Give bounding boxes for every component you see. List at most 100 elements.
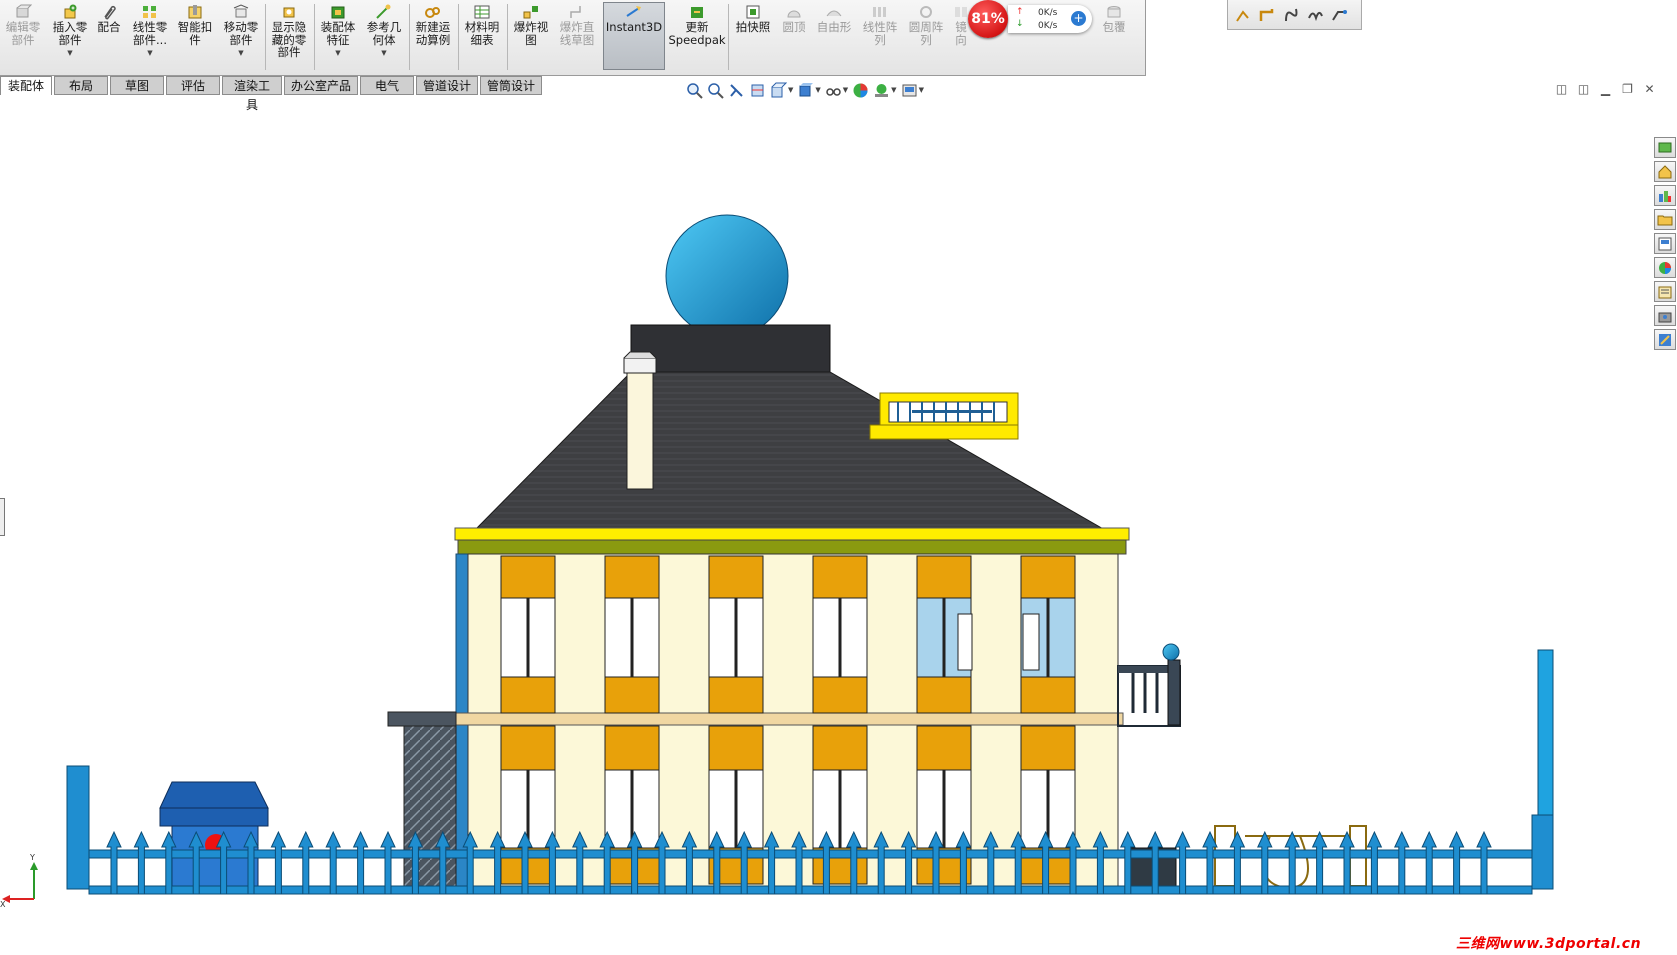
toolbar-separator [728,4,729,70]
linear-pattern-button[interactable]: 线性阵 列 [858,4,902,70]
linear-component-pattern-label: 线性零 部件... [132,20,168,47]
dropdown-arrow-icon[interactable]: ▼ [238,47,243,60]
fence-picket [106,830,122,895]
display-style-button[interactable]: ▼ [797,82,821,99]
right-balcony[interactable] [1117,643,1181,727]
command-manager-tabs: 装配体 布局 草图 评估 渲染工具 办公室产品 电气 管道设计 管筒设计 [0,76,544,112]
right-top-toolbar [1227,0,1362,30]
bill-of-materials-label: 材料明 细表 [464,20,500,47]
eave-olive-band[interactable] [457,539,1127,555]
dropdown-arrow-icon[interactable]: ▼ [67,47,72,60]
helix-icon[interactable] [1306,6,1324,24]
dropdown-arrow-icon[interactable]: ▼ [815,86,820,94]
tab-office-products[interactable]: 办公室产品 [284,76,358,95]
take-snapshot-button[interactable]: 拍快照 [731,4,775,70]
restore-icon[interactable]: ❐ [1620,82,1635,96]
tile-right-icon[interactable]: ◫ [1576,82,1591,96]
insert-component-button[interactable]: 插入零 部件 ▼ [48,4,92,70]
fence-picket [1476,830,1492,895]
exploded-view-button[interactable]: 爆炸视 图 [509,4,553,70]
dropdown-arrow-icon[interactable]: ▼ [335,47,340,60]
edit-component-button[interactable]: 编辑零 部件 [3,4,43,70]
left-gate-pillar[interactable] [66,765,90,890]
freeform-button[interactable]: 自由形 [813,4,855,70]
previous-view-button[interactable] [728,82,745,99]
tab-render-tools[interactable]: 渲染工具 [222,76,282,112]
fence-picket [1311,830,1328,895]
hide-show-items-button[interactable]: ▼ [825,82,848,99]
exploded-view-label: 爆炸视 图 [513,20,549,47]
rooftop-sphere[interactable] [665,214,789,338]
reference-geometry-button[interactable]: 参考几 何体 ▼ [362,4,406,70]
eave-yellow-trim[interactable] [454,527,1130,541]
dropdown-arrow-icon[interactable]: ▼ [843,86,848,94]
move-component-button[interactable]: 移动零 部件 ▼ [219,4,263,70]
apply-scene-button[interactable]: ▼ [873,82,897,99]
display-style-icon [799,82,814,96]
motion-study-icon [425,7,440,18]
minimize-icon[interactable]: ▁ [1598,82,1613,96]
wrap-label: 包覆 [1102,20,1126,34]
chimney[interactable] [623,351,657,490]
left-annex-wall[interactable] [403,725,457,890]
fence-picket [1174,830,1191,895]
assembly-features-button[interactable]: 装配体 特征 ▼ [316,4,360,70]
network-speed-widget[interactable]: ↑ 0K/s ↓ 0K/s + 81% [968,0,1092,38]
smart-fasteners-button[interactable]: 智能扣 件 [174,4,216,70]
tile-left-icon[interactable]: ◫ [1554,82,1569,96]
fence-picket [1366,830,1383,895]
linear-component-pattern-button[interactable]: 线性零 部件... ▼ [128,4,172,70]
roof-terrace-railing[interactable] [869,392,1019,440]
view-settings-button[interactable]: ▼ [901,82,924,99]
fence-picket [1448,830,1465,895]
fence-picket [133,830,150,895]
dome-button[interactable]: 圆顶 [777,4,811,70]
zoom-to-fit-button[interactable] [686,82,703,99]
tab-electrical[interactable]: 电气 [360,76,414,95]
mate-label: 配合 [97,20,121,34]
coordinate-triad: Y X [0,853,38,909]
edit-appearance-button[interactable] [852,82,869,99]
tab-piping[interactable]: 管道设计 [416,76,478,95]
dropdown-arrow-icon[interactable]: ▼ [381,47,386,60]
dropdown-arrow-icon[interactable]: ▼ [788,86,793,94]
curve-icon[interactable] [1282,6,1300,24]
download-arrow-icon: ↓ [1016,19,1024,29]
dropdown-arrow-icon[interactable]: ▼ [147,47,152,60]
close-icon[interactable]: ✕ [1642,82,1657,96]
assembly-features-icon [331,6,345,19]
instant3d-icon [626,6,641,17]
zoom-to-area-button[interactable] [707,82,724,99]
roof-cap-block[interactable] [630,324,831,374]
sketch-line-icon[interactable] [1234,6,1252,24]
circular-pattern-button[interactable]: 圆周阵 列 [904,4,948,70]
view-orientation-button[interactable]: ▼ [770,82,793,99]
mate-button[interactable]: 配合 [95,4,123,70]
tab-sketch[interactable]: 草图 [110,76,164,95]
smart-fasteners-label: 智能扣 件 [177,20,213,47]
bend-icon[interactable] [1258,6,1276,24]
freeform-label: 自由形 [816,20,852,34]
bill-of-materials-button[interactable]: 材料明 细表 [460,4,504,70]
dropdown-arrow-icon[interactable]: ▼ [891,86,896,94]
dropdown-arrow-icon[interactable]: ▼ [919,86,924,94]
tab-layout[interactable]: 布局 [54,76,108,95]
update-speedpak-button[interactable]: 更新 Speedpak [668,4,726,70]
routing-icon[interactable] [1330,6,1348,24]
tab-tubing[interactable]: 管筒设计 [480,76,542,95]
new-motion-study-button[interactable]: 新建运 动算例 [411,4,455,70]
show-hidden-components-button[interactable]: 显示隐 藏的零 部件 [267,4,311,70]
tab-assembly[interactable]: 装配体 [0,76,52,95]
left-annex-roof[interactable] [387,711,457,727]
fence-picket [352,830,369,895]
tab-evaluate[interactable]: 评估 [166,76,220,95]
section-view-button[interactable] [749,82,766,99]
wrap-button[interactable]: 包覆 [1094,4,1134,70]
graphics-area[interactable]: Y X [0,100,1677,930]
instant3d-button[interactable]: Instant3D [604,4,664,70]
memory-percent-ball[interactable]: 81% [968,0,1008,38]
document-window-controls: ◫ ◫ ▁ ❐ ✕ [1554,82,1657,96]
edit-component-icon [16,4,32,18]
explode-line-sketch-button[interactable]: 爆炸直 线草图 [555,4,599,70]
plus-icon[interactable]: + [1071,11,1086,26]
